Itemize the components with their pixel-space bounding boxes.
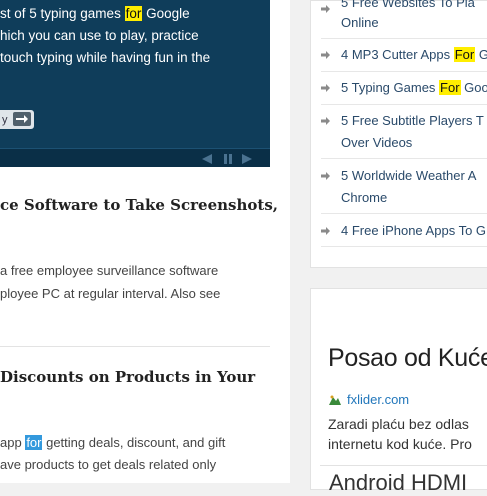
- list-item[interactable]: 5 Worldwide Weather A Chrome: [321, 158, 487, 214]
- read-more-label: y: [2, 113, 8, 126]
- post-title[interactable]: Discounts on Products in Your: [0, 368, 255, 386]
- ad-title[interactable]: Posao od Kuće: [328, 344, 487, 373]
- search-highlight: for: [124, 6, 143, 21]
- post-excerpt-line: ployee PC at regular interval. Also see: [0, 286, 221, 301]
- featured-slider: st of 5 typing games for Google hich you…: [0, 0, 270, 167]
- ad-favicon-icon: [329, 395, 341, 405]
- arrow-bullet-icon: [321, 172, 330, 180]
- post-excerpt-line: ave products to get deals related only: [0, 457, 217, 472]
- previous-slide-icon[interactable]: [200, 152, 214, 164]
- related-posts-widget: 5 Free Websites To Pla Online 4 MP3 Cutt…: [310, 0, 487, 268]
- slide-line-1-before: st of 5 typing games: [0, 6, 125, 21]
- ad-title-secondary[interactable]: Android HDMI: [329, 470, 467, 496]
- post-excerpt-line: app for getting deals, discount, and gif…: [0, 431, 225, 454]
- read-more-button[interactable]: y: [0, 110, 34, 129]
- ad-text-line: Zaradi plaću bez odlas: [328, 416, 469, 432]
- list-item[interactable]: 4 Free iPhone Apps To G: [321, 213, 487, 247]
- list-item-label: 4 MP3 Cutter Apps For G: [341, 47, 487, 62]
- list-item[interactable]: 5 Free Subtitle Players T Over Videos: [321, 104, 487, 159]
- post-divider: [0, 346, 270, 347]
- list-item[interactable]: 5 Free Websites To Pla Online: [321, 0, 487, 39]
- slide-line-1-after: Google: [142, 6, 190, 21]
- list-item-label: Chrome: [341, 190, 388, 205]
- list-item-label: Online: [341, 15, 379, 30]
- list-item[interactable]: 4 MP3 Cutter Apps For G: [321, 38, 487, 72]
- list-item-label: Over Videos: [341, 135, 413, 150]
- ad-text-line: internetu kod kuće. Pro: [328, 436, 472, 452]
- arrow-bullet-icon: [321, 227, 330, 235]
- ad-link[interactable]: fxlider.com: [347, 392, 409, 407]
- list-item-label: 4 Free iPhone Apps To G: [341, 223, 487, 238]
- arrow-bullet-icon: [321, 51, 330, 59]
- arrow-bullet-icon: [321, 5, 330, 13]
- selected-text-highlight: for: [25, 435, 43, 450]
- ad-divider: [320, 465, 487, 466]
- slider-controls: [0, 148, 270, 167]
- list-item-label: 5 Worldwide Weather A: [341, 168, 477, 183]
- list-item[interactable]: 5 Typing Games For Goo: [321, 71, 487, 105]
- main-content: st of 5 typing games for Google hich you…: [0, 0, 290, 483]
- post-excerpt-line: a free employee surveillance software: [0, 263, 219, 278]
- excerpt-before: app: [0, 435, 26, 450]
- slide-line-2: hich you can use to play, practice: [0, 28, 199, 43]
- advertisement-widget: Posao od Kuće: [310, 288, 487, 490]
- next-slide-icon[interactable]: [240, 152, 254, 164]
- list-item-label: 5 Free Subtitle Players T: [341, 113, 484, 128]
- post-title[interactable]: ce Software to Take Screenshots,: [0, 196, 278, 214]
- pause-icon[interactable]: [221, 152, 235, 164]
- excerpt-after: getting deals, discount, and gift: [42, 435, 226, 450]
- list-item-label: 5 Typing Games For Goo: [341, 80, 487, 95]
- ad-text: Zaradi plaću bez odlas internetu kod kuć…: [328, 414, 472, 454]
- arrow-bullet-icon: [321, 117, 330, 125]
- slide-line-3: touch typing while having fun in the: [0, 50, 211, 65]
- arrow-bullet-icon: [321, 84, 330, 92]
- arrow-right-icon: [13, 112, 31, 126]
